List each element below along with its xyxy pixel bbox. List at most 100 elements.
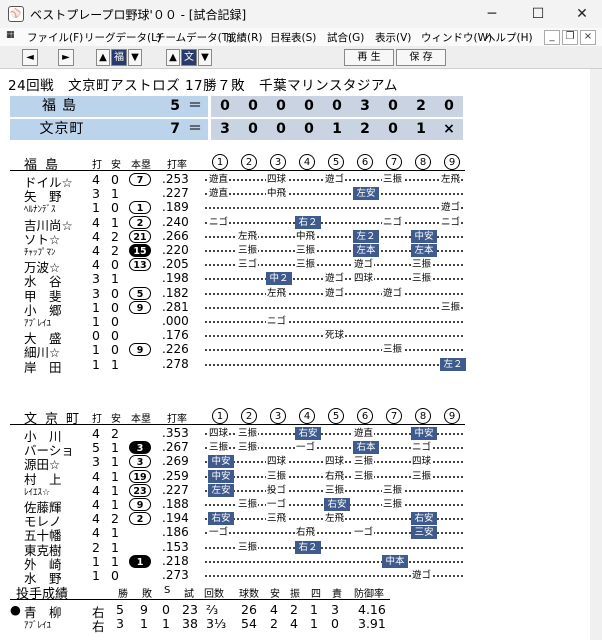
batting-header: 福島 打安本塁 打率 1 2 3 4 5 6 7 8 9 — [10, 154, 465, 173]
hits: 2 — [111, 511, 119, 527]
pitching-header: 投手成績 勝 敗 S 試 回数 球数 安 振 四 責 防御率 — [10, 583, 390, 602]
pitcher-row[interactable]: ｱﾌﾞﾚｲﾕ右 3 1 1 38 3⅓ 54 2 4 1 0 3.91 — [10, 616, 390, 634]
inning-number-label: 2 — [241, 408, 257, 424]
menu-schedule[interactable]: 日程表(S) — [270, 30, 316, 45]
hits: 1 — [111, 482, 119, 498]
fuku-up-button[interactable]: ▲ — [96, 49, 110, 66]
score-total: 7 ＝ — [114, 119, 208, 140]
bun-down-button[interactable]: ▼ — [198, 49, 212, 66]
batter-row[interactable]: ドイル☆ 4 0 7.253 遊直 四球 遊ゴ 三振 左飛 — [10, 172, 465, 190]
hits: 1 — [111, 539, 119, 555]
menu-help[interactable]: ヘルプ(H) — [485, 30, 533, 45]
batter-row[interactable]: 源田☆ 3 1 3.269 中安 四球 四球 三振 四球 — [10, 454, 465, 472]
inning-number-label: 1 — [212, 408, 228, 424]
at-bats: 2 — [92, 539, 100, 555]
mdi-minimize-button[interactable]: _ — [544, 30, 560, 45]
batter-row[interactable]: 吉川尚☆ 4 1 2.240 ニゴ 右２ ニゴ ニゴ — [10, 215, 465, 233]
menu-file[interactable]: ファイル(F) — [27, 30, 83, 45]
batter-row[interactable]: 水 野 1 0.273 遊ゴ — [10, 568, 465, 586]
batter-row[interactable]: 佐藤輝 4 1 9.188 三振 一ゴ 右安 三振 — [10, 497, 465, 515]
play-button[interactable]: 再 生 — [344, 49, 394, 66]
batter-row[interactable]: 小 川 4 2.353 四球 三振 右安 遊直 中安 — [10, 426, 465, 444]
inning-number-label: 8 — [415, 408, 431, 424]
inning-score: 0 — [239, 119, 267, 140]
at-bats: 4 — [92, 426, 100, 441]
batting-average: .186 — [162, 525, 189, 540]
window-title: ベストプレープロ野球'００ - [試合記録] — [30, 8, 247, 22]
batter-name: ﾁｬｯﾌﾟﾏﾝ — [24, 248, 56, 258]
hit-result: 三安 — [411, 526, 437, 540]
menu-records[interactable]: 成績(R) — [226, 30, 263, 45]
hits: 1 — [111, 468, 119, 484]
pitcher-row[interactable]: ● 青 柳右 5 9 0 23 ⅔ 26 4 2 1 3 4.16 — [10, 602, 390, 620]
prev-game-button[interactable]: ◄ — [22, 49, 38, 66]
batter-row[interactable]: ﾁｬｯﾌﾟﾏﾝ 4 2 15 .220 三振 三振 左本 左本 — [10, 243, 465, 258]
next-game-button[interactable]: ► — [58, 49, 74, 66]
at-bat-result: 三振 — [237, 441, 259, 455]
pitch-stat-w: 5 — [116, 602, 124, 617]
at-bat-result: 中飛 — [295, 229, 317, 243]
team-fuku-button[interactable]: 福 — [111, 49, 127, 66]
minimize-button[interactable]: ─ — [472, 2, 512, 26]
batting-average: .259 — [162, 468, 189, 483]
menu-view[interactable]: 表示(V) — [375, 30, 411, 45]
pitch-stat-np: 54 — [241, 616, 257, 631]
at-bats: 4 — [92, 228, 100, 244]
batter-row[interactable]: モレノ 4 2 2.194 右安 三飛 左飛 右安 — [10, 511, 465, 529]
pitch-stat-l: 9 — [140, 602, 148, 617]
batter-row[interactable]: 岸 田 1 1 .278 左２ — [10, 357, 466, 375]
menu-window[interactable]: ウィンドウ(W) — [421, 30, 492, 45]
menu-game[interactable]: 試合(G) — [327, 30, 364, 45]
batting-average: .220 — [162, 243, 189, 257]
dotted-leader — [205, 306, 463, 309]
bun-up-button[interactable]: ▲ — [166, 49, 180, 66]
close-button[interactable]: ✕ — [562, 2, 602, 26]
batter-row[interactable]: ソト☆ 4 2 21.266 左飛 中飛 左２ 中安 — [10, 228, 465, 247]
col-header-hr: 本塁 — [131, 414, 151, 425]
inning-score: 0 — [267, 96, 295, 117]
batter-row[interactable]: 甲 斐 3 0 5.182 左飛 遊ゴ 遊ゴ — [10, 286, 465, 304]
batter-row[interactable]: 東克樹 2 1.153 三振 右２ — [10, 539, 465, 558]
fuku-down-button[interactable]: ▼ — [128, 49, 142, 66]
hits: 1 — [111, 271, 119, 287]
batter-row[interactable]: 万波☆ 4 0 13.205 三ゴ 三振 遊ゴ 三振 — [10, 257, 465, 275]
hits: 0 — [111, 342, 119, 358]
mdi-close-button[interactable]: × — [580, 30, 596, 45]
batter-row[interactable]: バーショ 5 1 3.267 三振 三振 一ゴ 右本 ニゴ — [10, 440, 465, 458]
batter-row[interactable]: 村 上 4 1 19.259 中安 三振 右飛 三振 三振 — [10, 468, 465, 487]
at-bats: 0 — [92, 328, 100, 344]
inning-score: 0 — [435, 96, 463, 117]
hit-result: 中安 — [411, 427, 437, 440]
vertical-scrollbar[interactable] — [590, 69, 602, 640]
team-bun-button[interactable]: 文 — [181, 49, 197, 66]
score-team-name: 文京町 — [10, 119, 114, 140]
home-run-count: 9 — [129, 498, 151, 511]
batter-row[interactable]: 細川☆ 1 0 9.226 三振 — [10, 342, 465, 360]
batter-row[interactable]: ｱﾌﾞﾚｲﾕ 1 0 .000 ニゴ — [10, 314, 465, 329]
at-bat-result: 三飛 — [266, 512, 288, 526]
batting-team-name: 文京町 — [24, 412, 88, 427]
at-bat-result: 右飛 — [295, 526, 317, 540]
maximize-button[interactable]: ☐ — [518, 2, 558, 26]
save-button[interactable]: 保 存 — [396, 49, 446, 66]
inning-score: 2 — [351, 119, 379, 140]
batter-row[interactable]: 水 谷 3 1.198 中２ 遊ゴ 四球 三振 — [10, 271, 465, 289]
at-bat-result: 四球 — [411, 455, 433, 469]
inning-score: × — [435, 119, 463, 140]
menu-team-data[interactable]: チームデータ(T) — [155, 30, 232, 45]
batter-row[interactable]: 小 郷 1 0 9.281 三振 — [10, 300, 465, 318]
at-bat-result: 遊直 — [353, 427, 375, 440]
batter-row[interactable]: 五十幡 4 1.186 一ゴ 右飛 一ゴ 三安 — [10, 525, 465, 543]
at-bat-result: 三振 — [411, 258, 433, 272]
batter-row[interactable]: 矢 野 3 1.227 遊直 中飛 左安 — [10, 186, 465, 204]
pitch-col-bb: 四 — [311, 589, 321, 600]
menu-league-data[interactable]: リーグデータ(L) — [84, 30, 161, 45]
batter-row[interactable]: 大 盛 0 0.176 死球 — [10, 328, 465, 346]
batter-name: ﾚｲｴｽ☆ — [24, 487, 51, 498]
mdi-restore-button[interactable]: ❐ — [562, 30, 578, 45]
batter-row[interactable]: ﾍﾙﾅﾝﾃﾞｽ 1 0 1 .189 遊ゴ — [10, 200, 465, 215]
hits: 1 — [111, 525, 119, 541]
batter-row[interactable]: ﾚｲｴｽ☆ 4 1 23 .227 左安 投ゴ 三振 三振 — [10, 482, 465, 498]
batter-row[interactable]: 外 崎 1 1 1.218 中本 — [10, 554, 465, 572]
inning-score: 0 — [379, 119, 407, 140]
